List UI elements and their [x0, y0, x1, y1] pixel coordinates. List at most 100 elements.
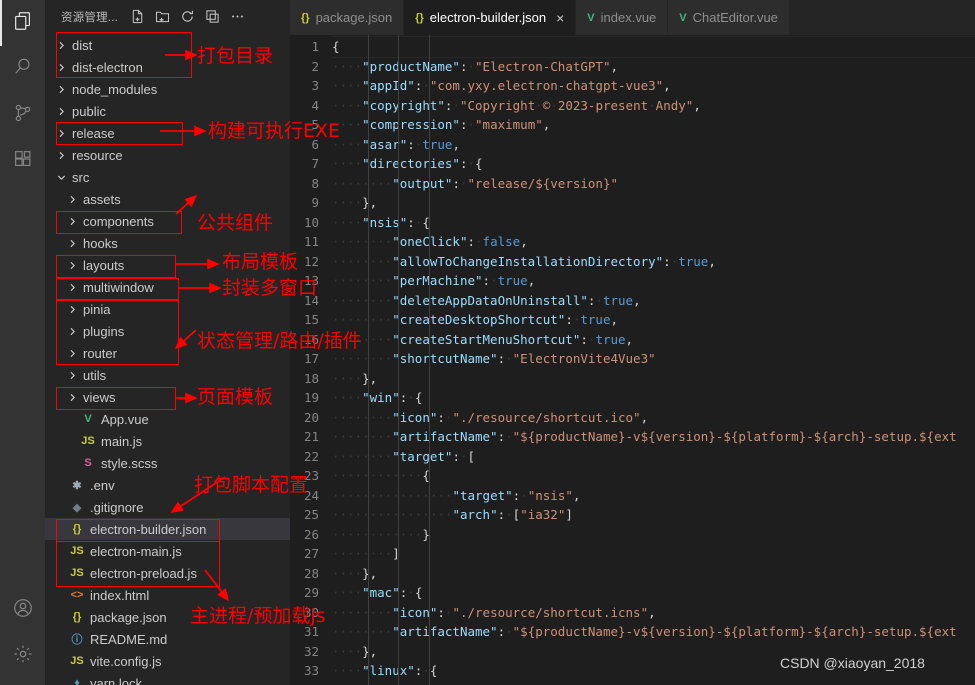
tree-folder-node_modules[interactable]: node_modules	[45, 78, 290, 100]
tree-folder-utils[interactable]: utils	[45, 364, 290, 386]
chevron-right-icon[interactable]	[65, 364, 79, 386]
tree-file-electron-preload.js[interactable]: JS electron-preload.js	[45, 562, 290, 584]
tree-file-yarn.lock[interactable]: ♦ yarn.lock	[45, 672, 290, 685]
editor-tab-index.vue[interactable]: Vindex.vue	[576, 0, 669, 35]
js-icon: JS	[81, 435, 95, 447]
activity-bar-item-extensions[interactable]	[0, 138, 45, 184]
tree-file-App.vue[interactable]: V App.vue	[45, 408, 290, 430]
tree-folder-router[interactable]: router	[45, 342, 290, 364]
indent-guide	[367, 35, 369, 685]
chevron-right-icon[interactable]	[54, 144, 68, 166]
gear-icon	[12, 643, 34, 670]
tree-item-label: src	[72, 169, 90, 185]
tree-file-package.json[interactable]: {} package.json	[45, 606, 290, 628]
line-number: 31	[303, 624, 319, 639]
chevron-right-icon[interactable]	[54, 122, 68, 144]
tree-item-label: vite.config.js	[90, 653, 162, 669]
chevron-down-icon[interactable]	[54, 166, 68, 188]
tree-folder-pinia[interactable]: pinia	[45, 298, 290, 320]
close-icon[interactable]: ×	[556, 11, 564, 25]
chevron-right-icon[interactable]	[65, 386, 79, 408]
refresh-icon[interactable]	[178, 8, 196, 26]
tree-folder-hooks[interactable]: hooks	[45, 232, 290, 254]
chevron-right-icon[interactable]	[54, 34, 68, 56]
tree-folder-layouts[interactable]: layouts	[45, 254, 290, 276]
tree-folder-src[interactable]: src	[45, 166, 290, 188]
chevron-right-icon[interactable]	[65, 320, 79, 342]
chevron-right-icon[interactable]	[65, 254, 79, 276]
chevron-right-icon[interactable]	[65, 298, 79, 320]
editor-tab-package.json[interactable]: {} package.json	[290, 0, 405, 35]
tree-item-label: style.scss	[101, 455, 158, 471]
tree-folder-release[interactable]: release	[45, 122, 290, 144]
json-icon: {}	[301, 11, 310, 24]
tree-item-label: release	[72, 125, 115, 141]
markdown-icon: ⓘ	[71, 634, 83, 646]
chevron-right-icon[interactable]	[65, 276, 79, 298]
tree-file-main.js[interactable]: JS main.js	[45, 430, 290, 452]
new-folder-icon[interactable]	[153, 8, 171, 26]
tree-file-README.md[interactable]: ⓘ README.md	[45, 628, 290, 650]
tab-label: electron-builder.json	[429, 10, 547, 25]
activity-bar-item-manage[interactable]	[0, 633, 45, 679]
chevron-right-icon[interactable]	[54, 56, 68, 78]
editor-tab-bar[interactable]: {} package.json {} electron-builder.json × Vi…	[290, 0, 975, 35]
tree-file-electron-builder.json[interactable]: {} electron-builder.json	[45, 518, 290, 540]
tree-file-.env[interactable]: ✱ .env	[45, 474, 290, 496]
ellipsis-icon[interactable]	[228, 8, 246, 26]
tree-folder-assets[interactable]: assets	[45, 188, 290, 210]
tree-file-.gitignore[interactable]: ◆ .gitignore	[45, 496, 290, 518]
tree-folder-resource[interactable]: resource	[45, 144, 290, 166]
line-number: 11	[303, 234, 319, 249]
tree-item-label: dist	[72, 37, 93, 53]
tree-folder-views[interactable]: views	[45, 386, 290, 408]
source-control-icon	[12, 102, 34, 129]
tree-folder-plugins[interactable]: plugins	[45, 320, 290, 342]
tree-folder-multiwindow[interactable]: multiwindow	[45, 276, 290, 298]
line-number: 2	[311, 58, 319, 74]
chevron-right-icon[interactable]	[65, 210, 79, 232]
tree-file-electron-main.js[interactable]: JS electron-main.js	[45, 540, 290, 562]
tree-file-vite.config.js[interactable]: JS vite.config.js	[45, 650, 290, 672]
new-file-icon[interactable]	[128, 8, 146, 26]
tree-item-label: README.md	[90, 631, 168, 647]
tree-folder-dist-electron[interactable]: dist-electron	[45, 56, 290, 78]
line-number: 27	[303, 546, 319, 561]
activity-bar-item-search[interactable]	[0, 46, 45, 92]
vscode-window: 资源管理... dist dist-electron node_modules …	[0, 0, 975, 685]
chevron-right-icon[interactable]	[54, 78, 68, 100]
yarn-icon: ♦	[74, 677, 80, 685]
activity-bar-item-explorer[interactable]	[0, 0, 45, 46]
chevron-right-icon[interactable]	[65, 232, 79, 254]
collapse-all-icon[interactable]	[203, 8, 221, 26]
line-number: 25	[303, 507, 319, 522]
tree-item-label: package.json	[90, 609, 167, 625]
editor-tab-ChatEditor.vue[interactable]: V ChatEditor.vue	[668, 0, 790, 35]
files-icon	[12, 10, 34, 37]
tree-folder-components[interactable]: components	[45, 210, 290, 232]
json-icon: {}	[72, 611, 82, 623]
tree-folder-dist[interactable]: dist	[45, 34, 290, 56]
explorer-header: 资源管理...	[45, 0, 290, 33]
editor-tab-electron-builder.json[interactable]: {} electron-builder.json ×	[404, 0, 577, 35]
file-tree[interactable]: dist dist-electron node_modules public relea…	[45, 33, 290, 685]
search-icon	[12, 56, 34, 83]
tree-item-label: plugins	[83, 323, 125, 339]
tree-item-label: .gitignore	[90, 499, 144, 515]
activity-bar-item-accounts[interactable]	[0, 587, 45, 633]
tab-label: package.json	[315, 10, 393, 25]
chevron-right-icon[interactable]	[65, 188, 79, 210]
chevron-right-icon[interactable]	[54, 100, 68, 122]
tree-file-index.html[interactable]: <> index.html	[45, 584, 290, 606]
chevron-right-icon[interactable]	[65, 342, 79, 364]
activity-bar-item-source-control[interactable]	[0, 92, 45, 138]
code-content[interactable]: {····"productName":·"Electron-ChatGPT", ·…	[332, 35, 975, 685]
tree-file-style.scss[interactable]: Sstyle.scss	[45, 452, 290, 474]
tree-folder-public[interactable]: public	[45, 100, 290, 122]
